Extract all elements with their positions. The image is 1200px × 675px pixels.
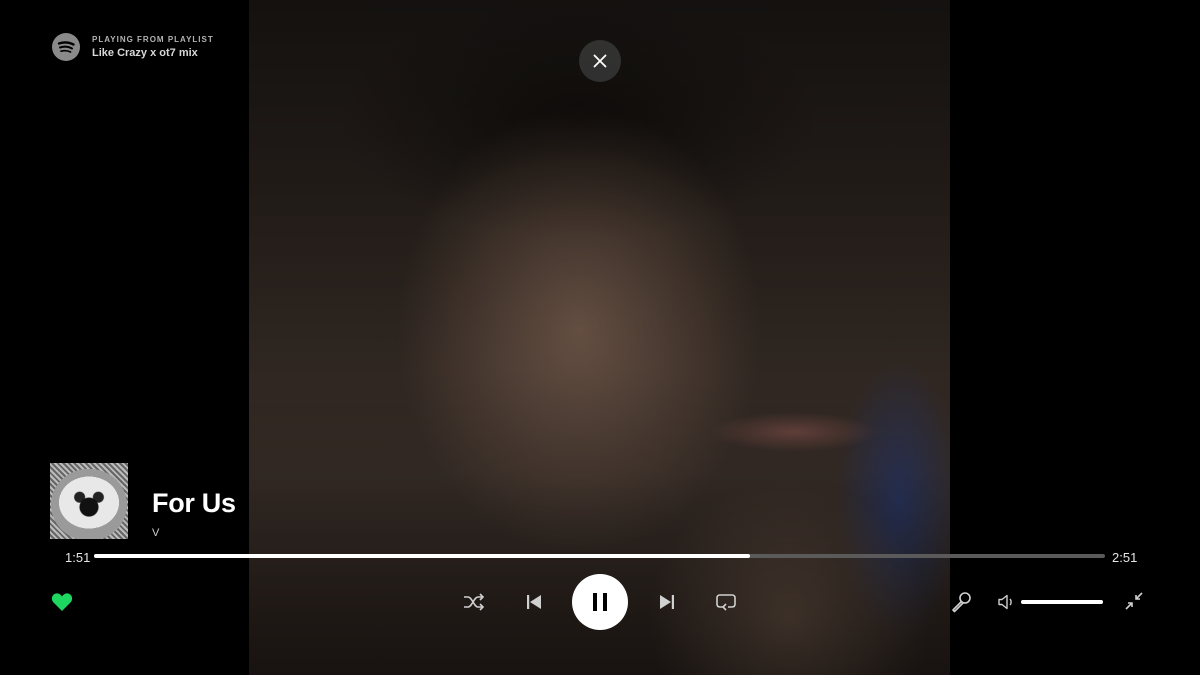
shuffle-button[interactable] (462, 590, 486, 614)
microphone-icon (952, 592, 971, 613)
pause-icon (593, 593, 607, 611)
spotify-icon (52, 33, 80, 61)
shuffle-icon (464, 593, 485, 611)
like-button[interactable] (50, 590, 74, 614)
progress-bar[interactable] (94, 554, 1105, 558)
repeat-icon (716, 594, 736, 611)
playlist-name[interactable]: Like Crazy x ot7 mix (92, 47, 214, 59)
lyrics-button[interactable] (949, 590, 973, 614)
album-cover[interactable] (50, 462, 128, 539)
volume-slider[interactable] (1021, 600, 1103, 604)
track-title[interactable]: For Us (152, 488, 236, 519)
minimize-icon (1125, 592, 1143, 610)
volume-icon (998, 594, 1012, 610)
progress-fill (94, 554, 751, 558)
source-label: PLAYING FROM PLAYLIST (92, 35, 214, 44)
previous-button[interactable] (522, 590, 546, 614)
previous-icon (527, 595, 541, 609)
next-icon (660, 595, 674, 609)
track-artist[interactable]: V (152, 527, 236, 539)
duration-time: 2:51 (1112, 550, 1138, 565)
close-icon (593, 54, 607, 68)
repeat-button[interactable] (714, 590, 738, 614)
now-playing-track: For Us V (50, 462, 236, 539)
volume-button[interactable] (997, 592, 1017, 612)
pause-button[interactable] (572, 574, 628, 630)
elapsed-time: 1:51 (65, 550, 91, 565)
heart-icon (51, 593, 73, 611)
close-button[interactable] (579, 40, 621, 82)
playing-source: PLAYING FROM PLAYLIST Like Crazy x ot7 m… (52, 33, 214, 61)
next-button[interactable] (655, 590, 679, 614)
volume-fill (1021, 600, 1103, 604)
exit-fullscreen-button[interactable] (1122, 589, 1146, 613)
